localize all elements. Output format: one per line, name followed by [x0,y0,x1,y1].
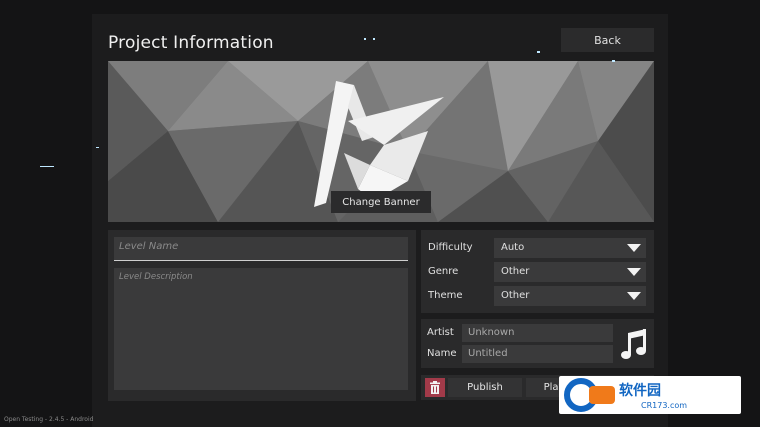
theme-value: Other [501,290,530,301]
speck [373,38,375,40]
level-description-input[interactable]: Level Description [114,268,408,390]
watermark-logo [564,378,615,412]
speck [40,166,54,167]
difficulty-label: Difficulty [428,242,473,253]
artist-value: Unknown [468,327,515,338]
publish-button[interactable]: Publish [448,378,522,397]
delete-button[interactable] [425,378,445,397]
watermark-subtext: CR173.com [641,401,688,410]
chevron-down-icon [627,244,641,252]
trash-icon [430,381,440,394]
speck [537,51,540,53]
song-name-field: Untitled [462,345,613,363]
speck [96,147,99,148]
change-banner-button[interactable]: Change Banner [331,191,431,213]
chevron-down-icon [627,292,641,300]
chevron-down-icon [627,268,641,276]
artist-field: Unknown [462,324,613,342]
speck [364,38,366,40]
back-button[interactable]: Back [561,28,654,52]
difficulty-select[interactable]: Auto [494,238,646,258]
watermark-text: 软件园 [619,383,661,399]
artist-label: Artist [427,327,454,338]
genre-label: Genre [428,266,459,277]
level-name-placeholder: Level Name [119,241,179,252]
difficulty-value: Auto [501,242,525,253]
level-description-placeholder: Level Description [119,272,193,282]
song-name-value: Untitled [468,348,508,359]
page-title: Project Information [108,33,274,53]
theme-label: Theme [428,290,463,301]
music-note-icon[interactable] [618,327,650,361]
version-label: Open Testing - 2.4.5 - Android [4,416,94,423]
genre-value: Other [501,266,530,277]
song-name-label: Name [427,348,457,359]
level-name-input[interactable]: Level Name [114,237,408,261]
genre-select[interactable]: Other [494,262,646,282]
speck [612,60,615,62]
theme-select[interactable]: Other [494,286,646,306]
